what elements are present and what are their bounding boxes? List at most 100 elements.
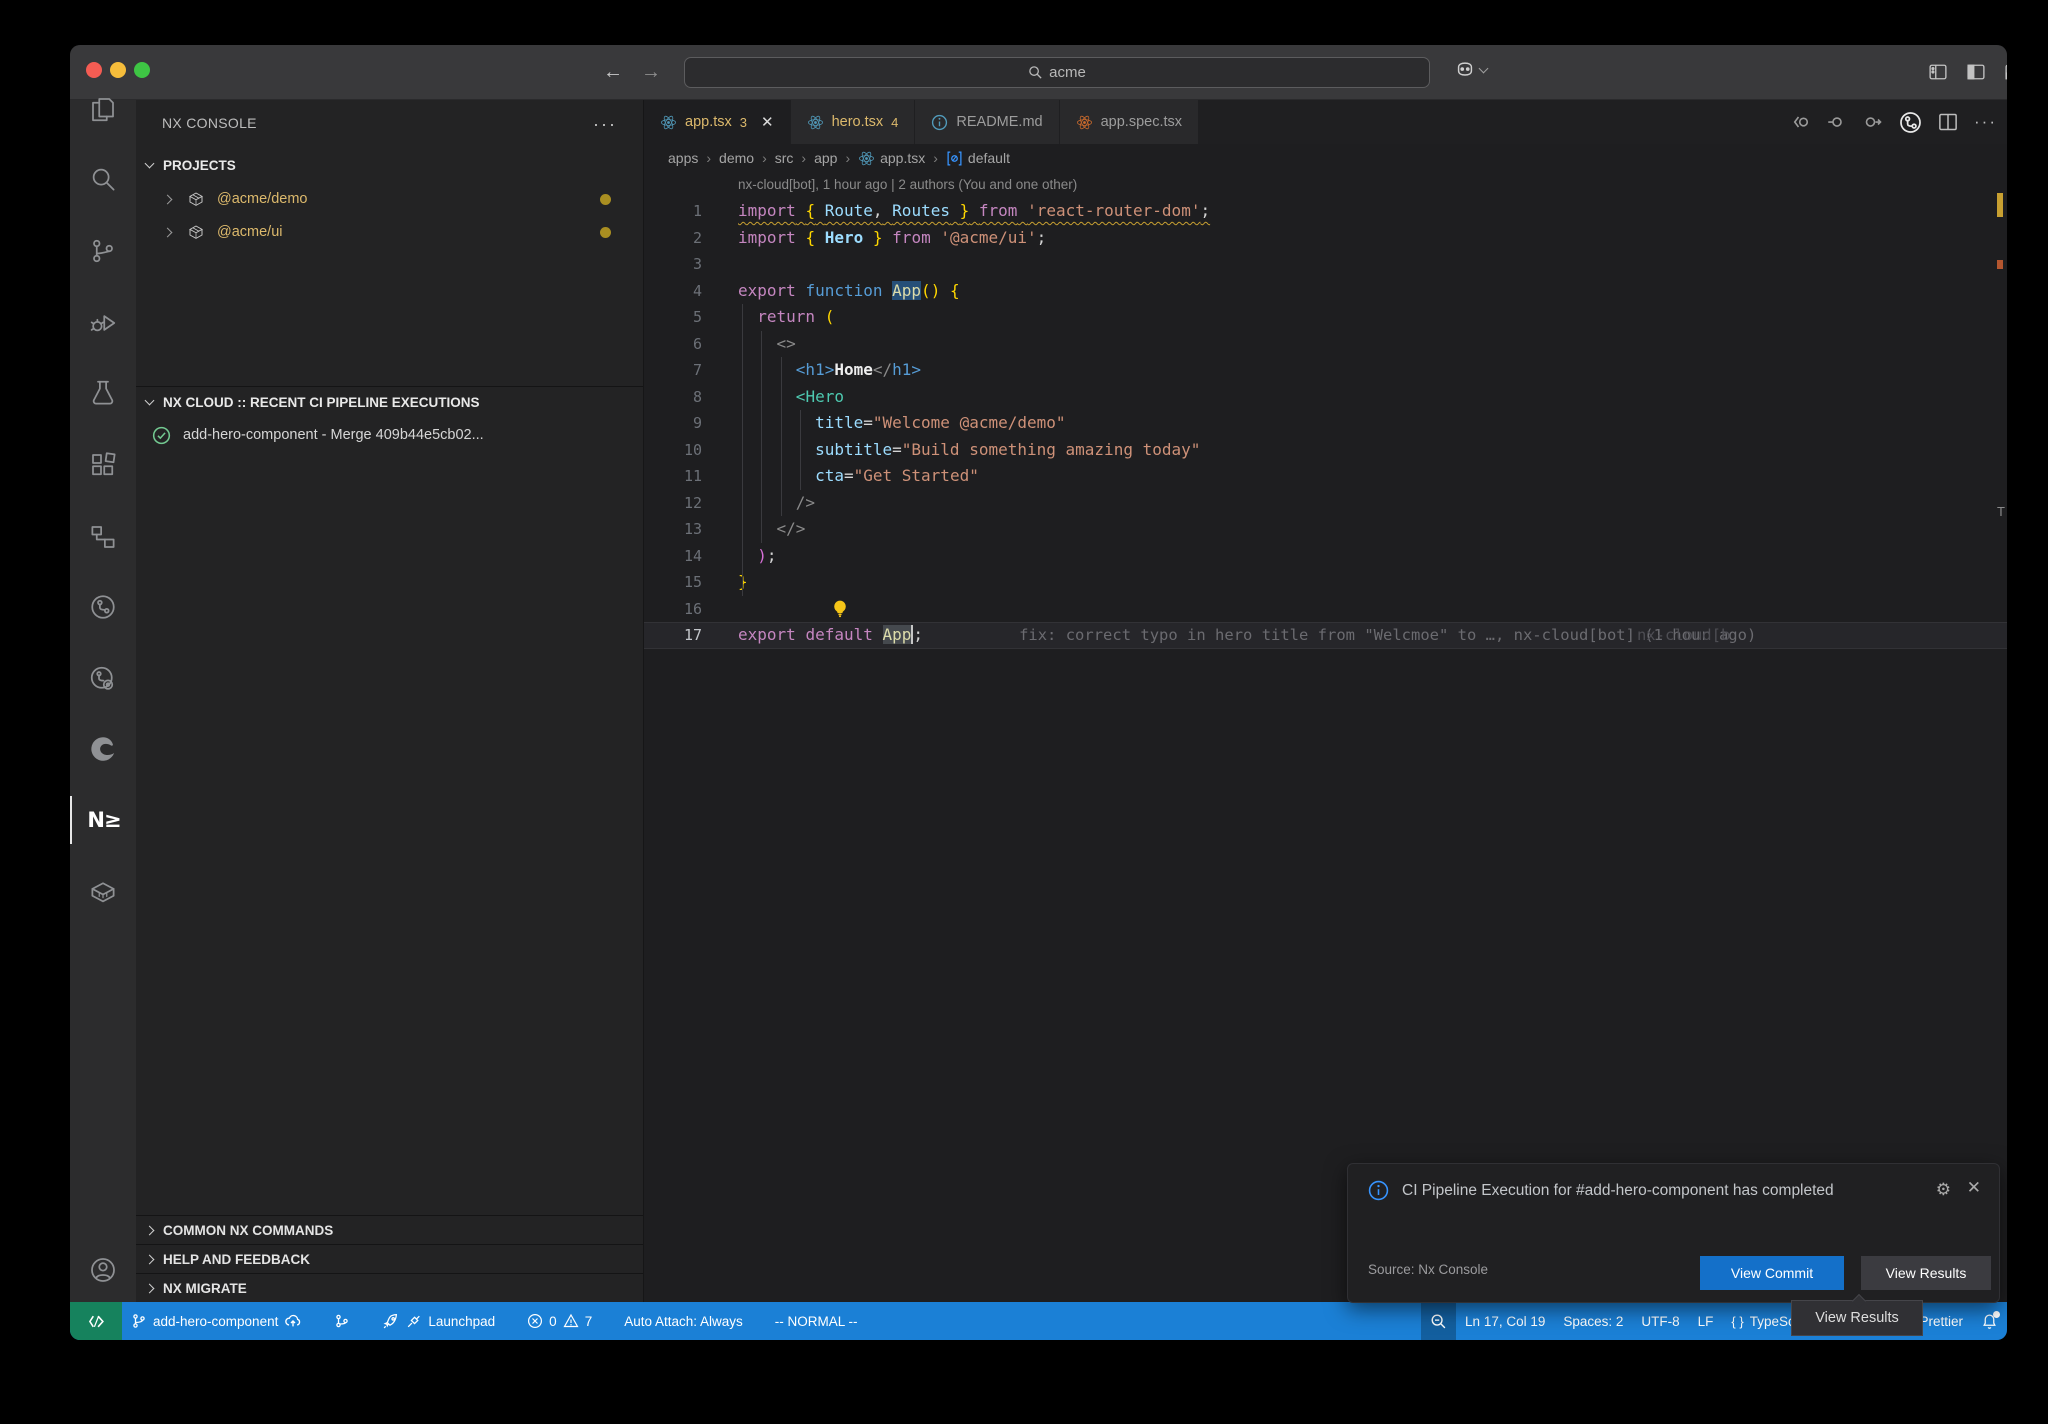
command-center-search[interactable]: acme	[684, 57, 1430, 88]
activity-item-edge-browser[interactable]	[70, 725, 136, 773]
statusbar-vim-mode[interactable]: -- NORMAL --	[766, 1302, 867, 1340]
statusbar-git-graph[interactable]	[325, 1302, 359, 1340]
statusbar-encoding[interactable]: UTF-8	[1632, 1302, 1688, 1340]
statusbar-indentation[interactable]: Spaces: 2	[1554, 1302, 1632, 1340]
view-commit-button[interactable]: View Commit	[1700, 1256, 1844, 1290]
activity-item-accounts[interactable]	[70, 1246, 136, 1294]
previous-change-icon[interactable]	[1791, 112, 1811, 132]
code-line[interactable]: 11 cta="Get Started"	[644, 463, 2007, 490]
check-circle-icon	[152, 426, 171, 445]
change-marker-icon[interactable]	[1827, 112, 1847, 132]
statusbar-problems[interactable]: 07	[518, 1302, 601, 1340]
sidebar-title: NX CONSOLE	[136, 100, 643, 146]
statusbar-branch[interactable]: add-hero-component	[122, 1302, 311, 1340]
tab-hero.tsx[interactable]: hero.tsx4	[791, 100, 916, 144]
section-nx-cloud[interactable]: NX CLOUD :: RECENT CI PIPELINE EXECUTION…	[136, 386, 643, 417]
code-line[interactable]: 14 );	[644, 543, 2007, 570]
statusbar-auto-attach[interactable]: Auto Attach: Always	[615, 1302, 752, 1340]
activity-item-container[interactable]	[70, 868, 136, 916]
breadcrumb-item-default[interactable]: default	[946, 150, 1010, 167]
indent-guide	[742, 304, 743, 596]
code-line[interactable]: 4export function App() {	[644, 278, 2007, 305]
line-number: 12	[644, 490, 702, 517]
statusbar-eol[interactable]: LF	[1689, 1302, 1723, 1340]
statusbar-zoom[interactable]	[1421, 1302, 1456, 1340]
view-results-button[interactable]: View Results	[1861, 1256, 1991, 1290]
toggle-sidebar-left-icon[interactable]	[1964, 60, 1988, 84]
more-actions-icon[interactable]: ···	[593, 114, 617, 135]
cloud-upload-icon	[284, 1312, 302, 1330]
navigate-back-icon[interactable]: ←	[600, 59, 626, 85]
activity-item-testing[interactable]	[70, 369, 136, 417]
navigate-forward-icon[interactable]: →	[638, 59, 664, 85]
activity-item-search[interactable]	[70, 155, 136, 203]
breadcrumb-item-apps[interactable]: apps	[668, 150, 698, 166]
code-line[interactable]: 1import { Route, Routes } from 'react-ro…	[644, 198, 2007, 225]
overview-ruler[interactable]: T	[1993, 100, 2007, 1302]
nx-console-sidebar: NX CONSOLE ··· PROJECTS @acme/demo @acme…	[136, 100, 644, 1302]
source-control-icon	[88, 236, 118, 266]
code-line[interactable]: 2import { Hero } from '@acme/ui';	[644, 225, 2007, 252]
activity-item-extensions[interactable]	[70, 441, 136, 489]
lightbulb-icon[interactable]	[830, 598, 850, 620]
activity-item-project-graph[interactable]	[70, 513, 136, 561]
code-line[interactable]: 17export default App;fix: correct typo i…	[644, 622, 2007, 649]
split-editor-icon[interactable]	[1938, 112, 1958, 132]
code-line[interactable]: 12 />	[644, 490, 2007, 517]
pipeline-execution-item[interactable]: add-hero-component - Merge 409b44e5cb02.…	[136, 420, 643, 450]
code-line[interactable]: 13 </>	[644, 516, 2007, 543]
code-line[interactable]: 16	[644, 596, 2007, 623]
line-number: 6	[644, 331, 702, 358]
line-number: 8	[644, 384, 702, 411]
activity-item-nx-cloud-inspect[interactable]	[70, 655, 136, 703]
project-item-@acme/demo[interactable]: @acme/demo	[136, 184, 643, 214]
minimize-window-button[interactable]	[110, 62, 126, 78]
activity-item-nx-console[interactable]: N≥	[70, 796, 136, 844]
statusbar-launchpad[interactable]: Launchpad	[373, 1302, 504, 1340]
remote-indicator[interactable]	[70, 1302, 122, 1340]
code-line[interactable]: 5 return (	[644, 304, 2007, 331]
chevron-right-icon	[145, 1225, 155, 1235]
customize-layout-icon[interactable]	[1926, 60, 1950, 84]
project-label: @acme/ui	[217, 224, 283, 240]
maximize-window-button[interactable]	[134, 62, 150, 78]
section-help-and-feedback[interactable]: HELP AND FEEDBACK	[136, 1244, 643, 1273]
close-icon[interactable]: ✕	[1967, 1178, 1981, 1198]
activity-item-run-debug[interactable]	[70, 299, 136, 347]
section-label: COMMON NX COMMANDS	[163, 1223, 333, 1238]
toggle-panel-icon[interactable]	[2002, 60, 2007, 84]
code-line[interactable]: 3	[644, 251, 2007, 278]
line-number: 15	[644, 569, 702, 596]
activity-item-nx-cloud-branch[interactable]	[70, 583, 136, 631]
code-line[interactable]: 15}	[644, 569, 2007, 596]
breadcrumb-item-app[interactable]: app	[814, 150, 837, 166]
project-item-@acme/ui[interactable]: @acme/ui	[136, 217, 643, 247]
code-line[interactable]: 9 title="Welcome @acme/demo"	[644, 410, 2007, 437]
source-control-graph-icon[interactable]	[1899, 111, 1922, 134]
tab-close-icon[interactable]: ✕	[761, 113, 774, 131]
code-line[interactable]: 8 <Hero	[644, 384, 2007, 411]
notification-settings-icon[interactable]: ⚙	[1936, 1180, 1951, 1200]
copilot-menu[interactable]	[1454, 59, 1487, 81]
breadcrumb-item-src[interactable]: src	[775, 150, 794, 166]
section-nx-migrate[interactable]: NX MIGRATE	[136, 1273, 643, 1302]
tab-app.spec.tsx[interactable]: app.spec.tsx	[1060, 100, 1199, 144]
line-number: 7	[644, 357, 702, 384]
breadcrumb-item-app.tsx[interactable]: app.tsx	[858, 150, 925, 167]
activity-item-explorer[interactable]	[70, 85, 136, 133]
close-window-button[interactable]	[86, 62, 102, 78]
next-change-icon[interactable]	[1863, 112, 1883, 132]
tab-app.tsx[interactable]: app.tsx3✕	[644, 100, 791, 144]
section-projects[interactable]: PROJECTS	[136, 150, 643, 180]
code-line[interactable]: 7 <h1>Home</h1>	[644, 357, 2007, 384]
code-line[interactable]: 6 <>	[644, 331, 2007, 358]
breadcrumb-item-demo[interactable]: demo	[719, 150, 754, 166]
section-common-nx-commands[interactable]: COMMON NX COMMANDS	[136, 1215, 643, 1244]
statusbar-cursor-position[interactable]: Ln 17, Col 19	[1456, 1302, 1554, 1340]
statusbar-notifications-bell[interactable]	[1972, 1302, 2007, 1340]
code-line[interactable]: 10 subtitle="Build something amazing tod…	[644, 437, 2007, 464]
code-editor[interactable]: nx-cloud[bot], 1 hour ago | 2 authors (Y…	[644, 172, 2007, 1302]
tab-README.md[interactable]: README.md	[915, 100, 1059, 144]
activity-item-source-control[interactable]	[70, 227, 136, 275]
overview-ruler-mark	[1997, 193, 2003, 217]
